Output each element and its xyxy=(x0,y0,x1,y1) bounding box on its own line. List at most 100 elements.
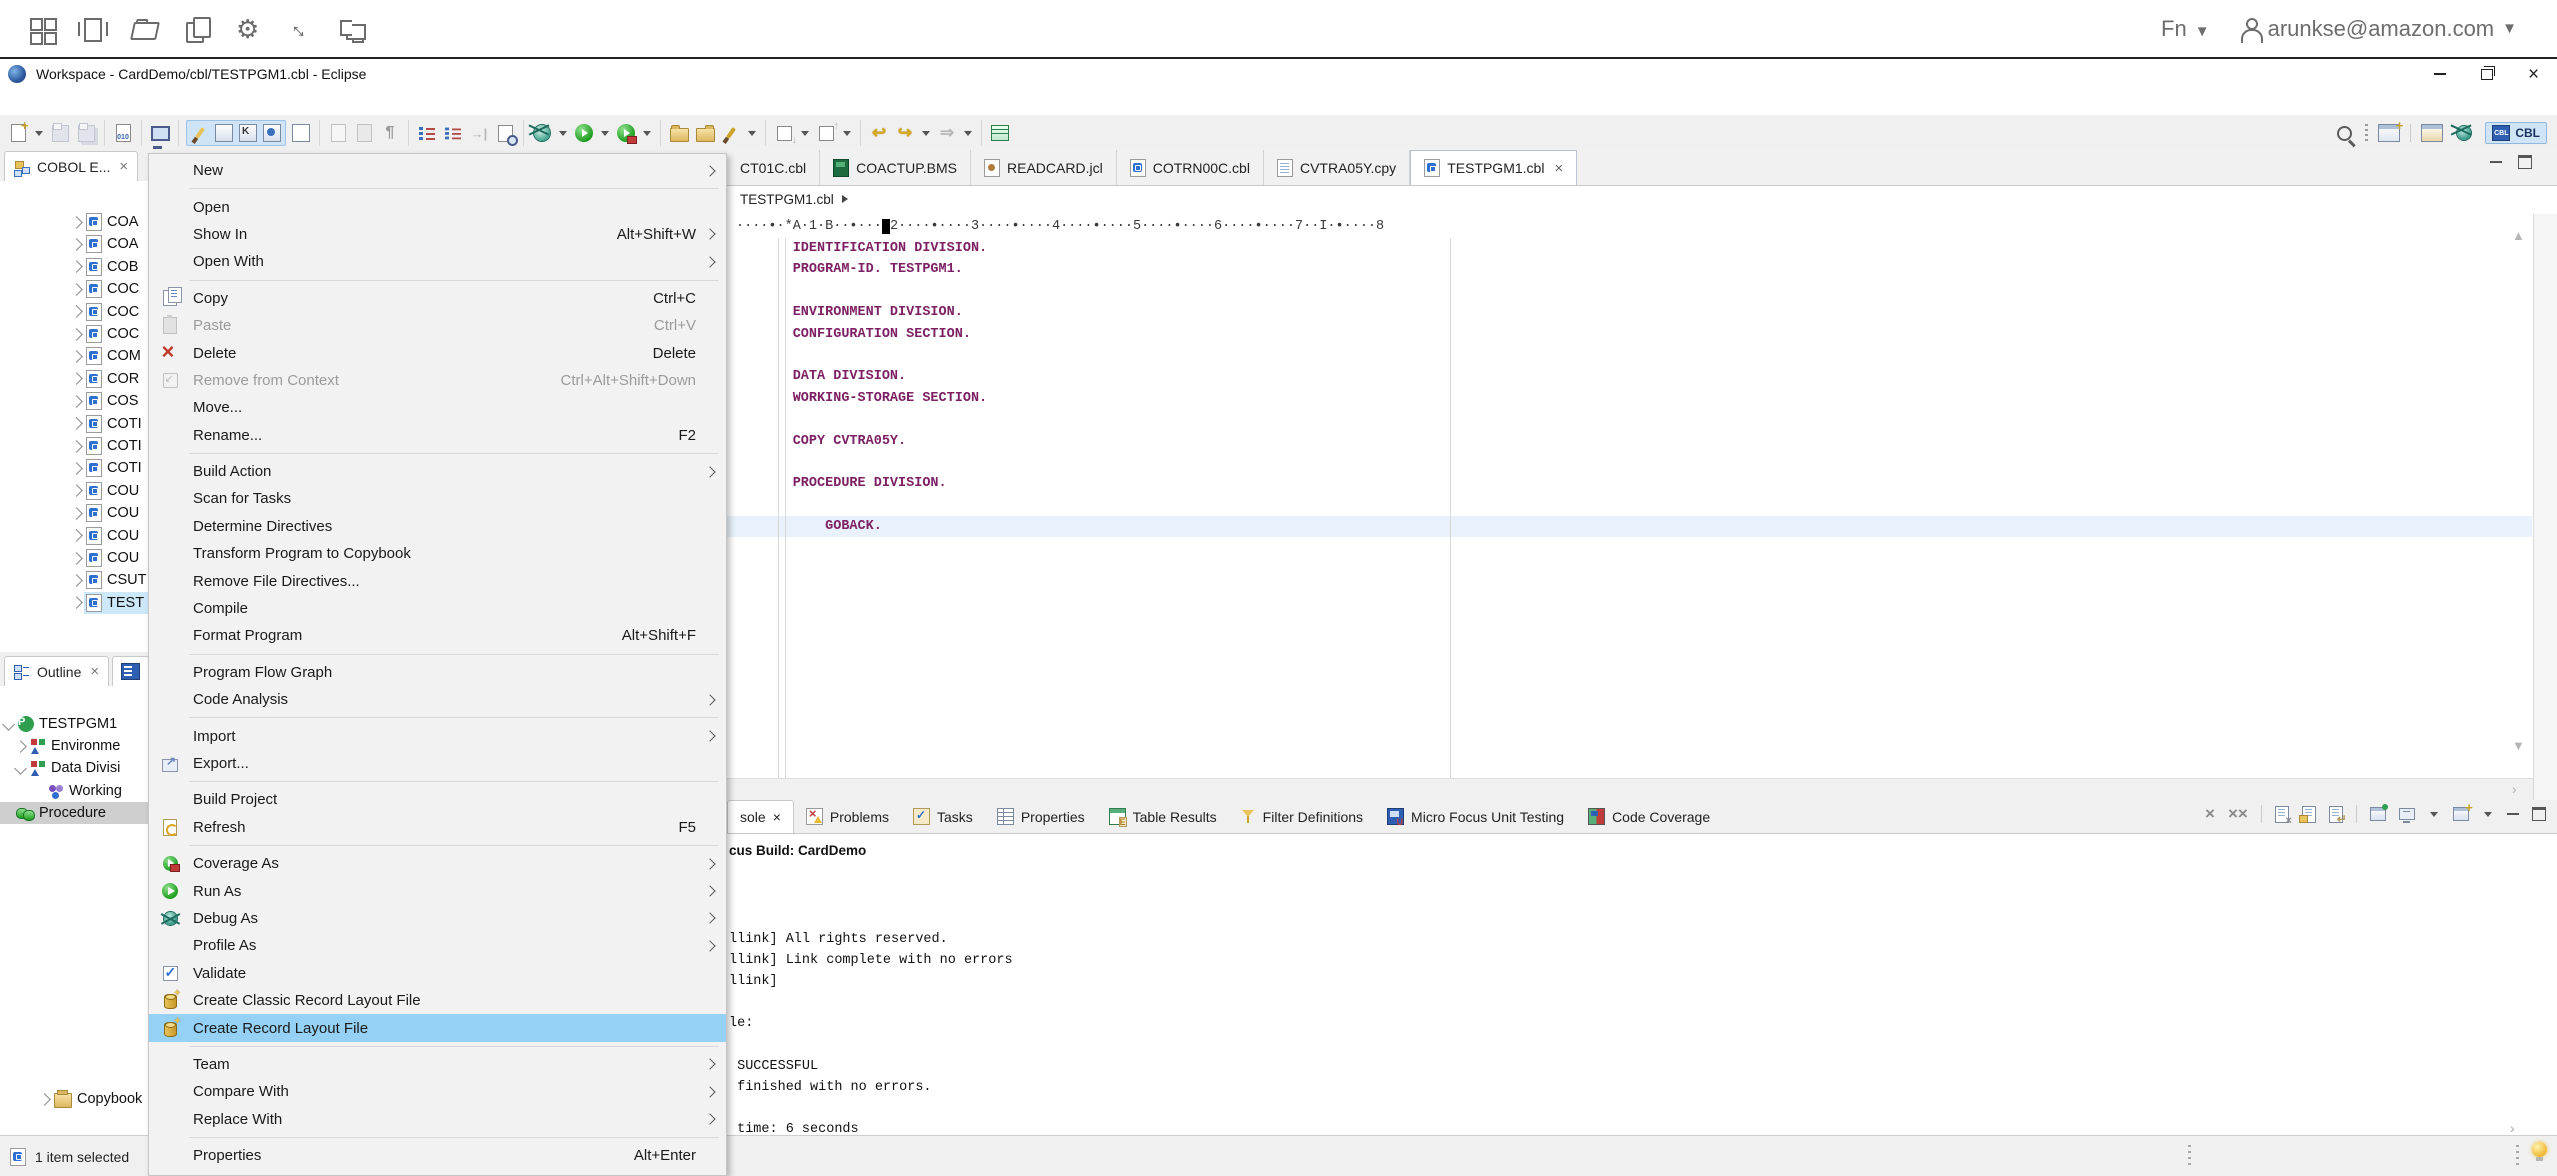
prev-annotation-icon[interactable]: ↑ xyxy=(815,122,837,144)
editor-tab[interactable]: READCARD.jcl × xyxy=(971,150,1117,185)
apps-grid-icon[interactable] xyxy=(28,16,54,42)
fullscreen-expand-icon[interactable]: ↔ xyxy=(283,10,320,47)
save-icon[interactable] xyxy=(49,122,71,144)
horizontal-scrollbar[interactable] xyxy=(727,778,2533,801)
chevron-icon[interactable] xyxy=(14,762,27,775)
save-all-icon[interactable] xyxy=(75,122,97,144)
cbl-perspective-button[interactable]: CBL CBL xyxy=(2485,122,2547,144)
code-line[interactable]: DATA DIVISION. xyxy=(727,366,2532,387)
code-editor[interactable]: IDENTIFICATION DIVISION. PROGRAM-ID. TES… xyxy=(727,238,2532,778)
marker-pen-icon[interactable] xyxy=(189,122,211,144)
copy-pages-icon[interactable] xyxy=(184,16,210,42)
display-console-dropdown-icon[interactable] xyxy=(2430,812,2438,817)
chevron-right-icon[interactable] xyxy=(70,283,83,296)
editor-tab[interactable]: COACTUP.BMS × xyxy=(820,150,971,185)
status-drag-handle[interactable] xyxy=(2188,1145,2191,1167)
console-tab[interactable]: Filter Definitions × xyxy=(1229,800,1375,833)
chevron-right-icon[interactable] xyxy=(70,417,83,430)
menu-bar-item[interactable] xyxy=(132,89,154,115)
code-line[interactable]: COPY CVTRA05Y. xyxy=(727,431,2532,452)
chevron-right-icon[interactable] xyxy=(38,1093,51,1106)
context-menu-item[interactable]: Import xyxy=(149,722,726,749)
display-console-icon[interactable] xyxy=(2399,808,2415,820)
minimize-view-icon[interactable] xyxy=(2490,161,2502,163)
search-doc-icon[interactable] xyxy=(494,122,516,144)
overview-ruler[interactable] xyxy=(2533,214,2557,800)
close-icon[interactable]: × xyxy=(90,663,99,680)
coverage-run-icon[interactable] xyxy=(615,122,637,144)
chevron-right-icon[interactable] xyxy=(70,529,83,542)
context-menu-item[interactable]: Run As xyxy=(149,877,726,904)
context-menu-item[interactable]: Code Analysis xyxy=(149,686,726,713)
context-menu-item[interactable]: Compile xyxy=(149,595,726,622)
console-tab[interactable]: Micro Focus Unit Testing × xyxy=(1375,800,1576,833)
chevron-right-icon[interactable] xyxy=(70,216,83,229)
context-menu-item[interactable]: Program Flow Graph xyxy=(149,659,726,686)
forward-history-icon[interactable]: ↪ xyxy=(894,122,916,144)
context-menu-item[interactable]: Profile As xyxy=(149,932,726,959)
context-menu-item[interactable]: Validate xyxy=(149,960,726,987)
show-whitespace-icon[interactable]: ¶ xyxy=(379,122,401,144)
context-menu-item[interactable]: Show In Alt+Shift+W xyxy=(149,221,726,248)
chevron-icon[interactable] xyxy=(2,718,15,731)
window-columns-icon[interactable] xyxy=(80,16,106,42)
context-menu-item[interactable]: Move... xyxy=(149,394,726,421)
code-line[interactable]: PROCEDURE DIVISION. xyxy=(727,473,2532,494)
breadcrumb-expand-icon[interactable] xyxy=(842,195,848,203)
remove-all-terminated-icon[interactable]: ×× xyxy=(2228,804,2248,824)
chevron-right-icon[interactable] xyxy=(70,462,83,475)
scroll-up-icon[interactable]: ▲ xyxy=(2512,228,2525,243)
settings-gear-icon[interactable]: ⚙ xyxy=(236,16,262,42)
console-tab[interactable]: Tasks × xyxy=(901,800,985,833)
run-icon[interactable] xyxy=(573,122,595,144)
scroll-lock-icon[interactable] xyxy=(2302,806,2316,823)
account-dropdown[interactable]: arunkse@amazon.com ▼ xyxy=(2240,16,2517,42)
close-icon[interactable]: × xyxy=(119,158,128,175)
code-line[interactable]: IDENTIFICATION DIVISION. xyxy=(727,238,2532,259)
chevron-right-icon[interactable] xyxy=(70,596,83,609)
code-line[interactable]: PROGRAM-ID. TESTPGM1. xyxy=(727,259,2532,280)
chevron-right-icon[interactable] xyxy=(70,574,83,587)
maximize-view-icon[interactable] xyxy=(2518,155,2532,169)
close-icon[interactable]: × xyxy=(1554,160,1563,177)
data-file-tool-icon[interactable]: 010 xyxy=(112,122,134,144)
context-menu-item[interactable]: Open With xyxy=(149,248,726,275)
next-annotation-icon[interactable]: ↓ xyxy=(773,122,795,144)
editor-tab[interactable]: COTRN00C.cbl × xyxy=(1117,150,1264,185)
toolbar-drag-handle[interactable] xyxy=(2365,124,2368,142)
debug-dropdown-icon[interactable] xyxy=(559,131,567,136)
code-line[interactable] xyxy=(727,495,2532,516)
context-menu-item[interactable]: Compare With xyxy=(149,1078,726,1105)
context-menu-item[interactable]: Properties Alt+Enter xyxy=(149,1142,726,1169)
context-menu-item[interactable]: Coverage As xyxy=(149,850,726,877)
chevron-right-icon[interactable] xyxy=(70,484,83,497)
open-folder-icon[interactable] xyxy=(132,16,158,42)
menu-bar-item[interactable] xyxy=(66,89,88,115)
chevron-right-icon[interactable] xyxy=(70,395,83,408)
close-icon[interactable]: × xyxy=(773,809,781,825)
tab-cobol-explorer[interactable]: COBOL E... × xyxy=(4,151,138,181)
menu-bar-item[interactable] xyxy=(44,89,66,115)
pin-console-icon[interactable] xyxy=(2370,807,2386,821)
context-menu-item[interactable]: Build Project xyxy=(149,786,726,813)
menu-bar-item[interactable] xyxy=(0,89,22,115)
forward-dropdown-icon[interactable] xyxy=(922,131,930,136)
chevron-right-icon[interactable] xyxy=(70,552,83,565)
console-tab[interactable]: Properties × xyxy=(985,800,1097,833)
tab-outline[interactable]: Outline × xyxy=(4,656,109,686)
clear-console-icon[interactable] xyxy=(2275,806,2289,823)
restore-button[interactable] xyxy=(2463,59,2510,89)
numbered-list-alt-icon[interactable] xyxy=(442,122,464,144)
menu-bar-item[interactable] xyxy=(88,89,110,115)
import-folder-icon[interactable] xyxy=(694,122,716,144)
code-line[interactable] xyxy=(727,281,2532,302)
status-drag-handle[interactable] xyxy=(2516,1145,2519,1167)
chevron-right-icon[interactable] xyxy=(70,507,83,520)
menu-bar-item[interactable] xyxy=(22,89,44,115)
code-line[interactable]: ENVIRONMENT DIVISION. xyxy=(727,302,2532,323)
chevron-right-icon[interactable] xyxy=(70,350,83,363)
menu-bar-item[interactable] xyxy=(198,89,220,115)
coverage-dropdown-icon[interactable] xyxy=(643,131,651,136)
remote-systems-icon[interactable] xyxy=(149,122,171,144)
maximize-console-icon[interactable] xyxy=(2532,807,2546,821)
